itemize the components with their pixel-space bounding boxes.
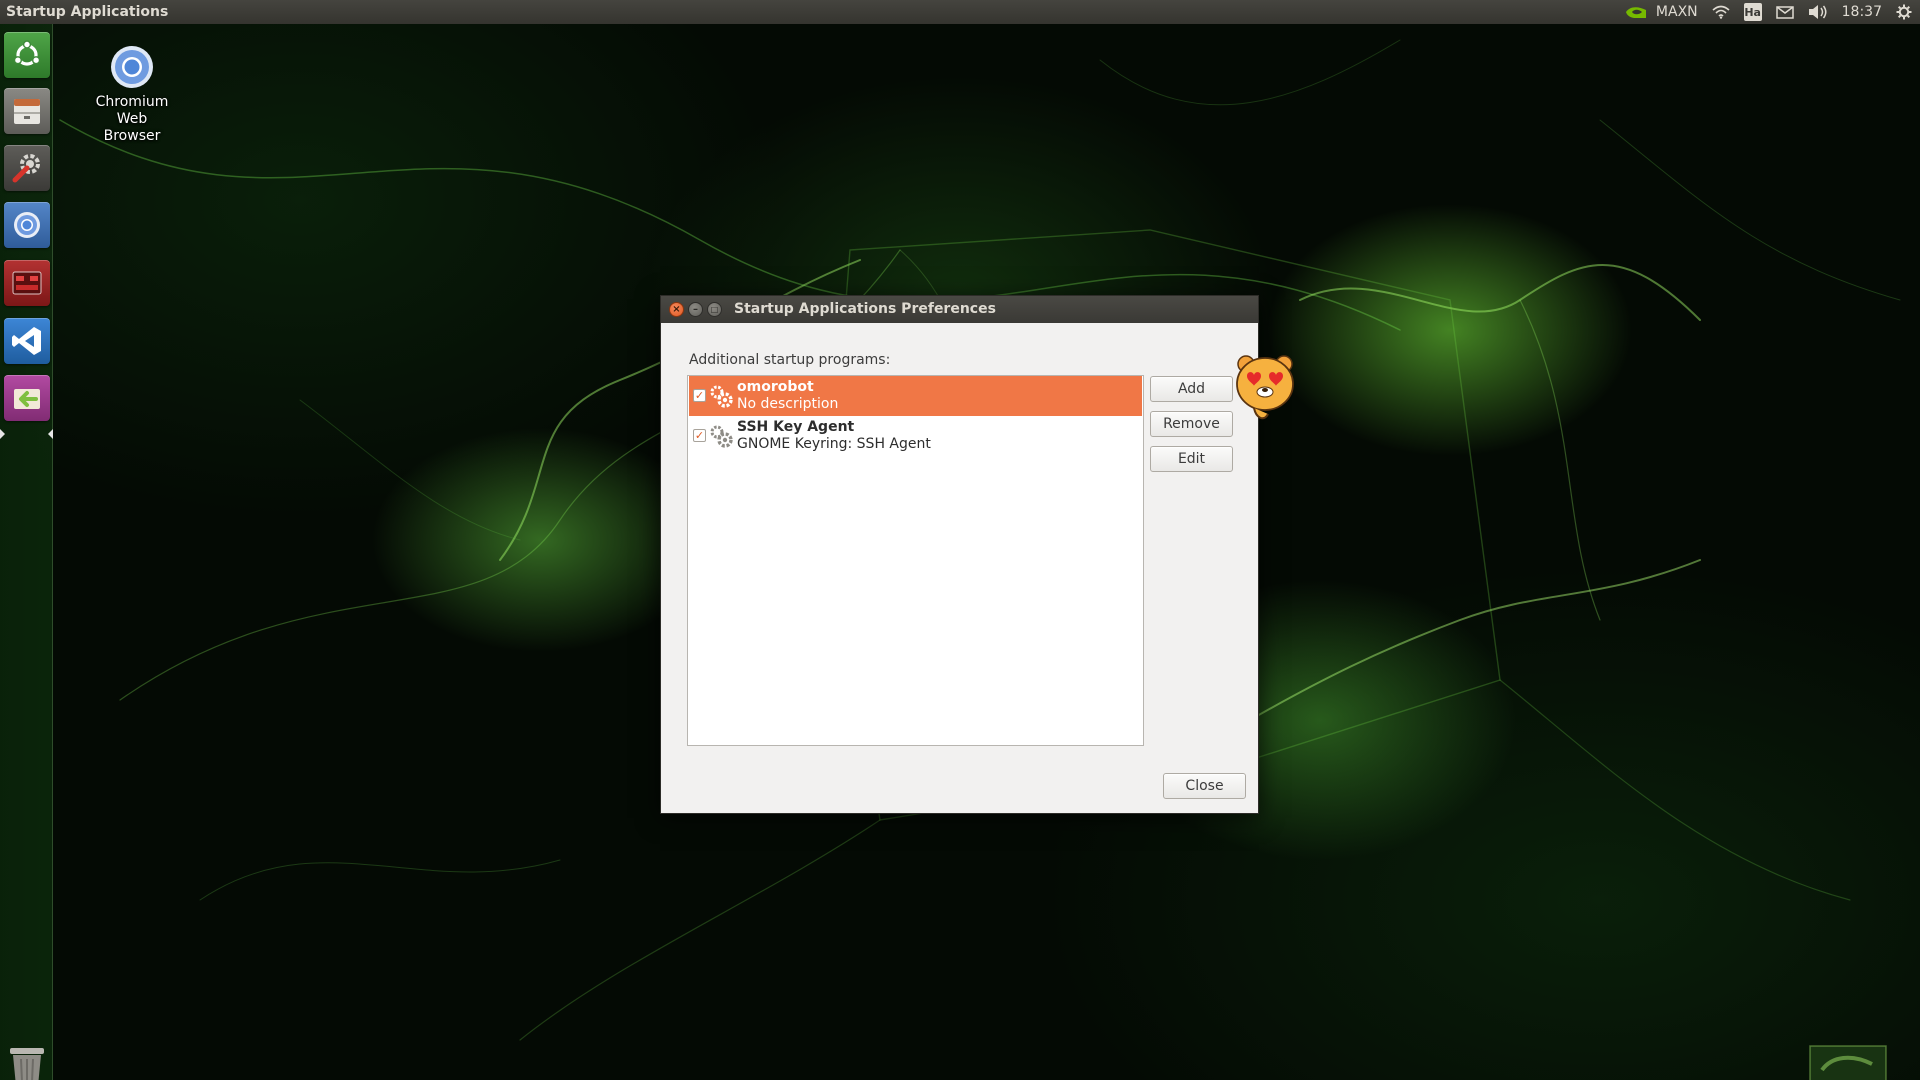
top-panel: Startup Applications MAXN Ha 18:37 [0,0,1920,24]
window-maximize-button[interactable]: □ [707,302,722,317]
program-name: SSH Key Agent [737,419,855,435]
launcher-settings-button[interactable] [4,145,50,191]
nvidia-corner-logo-icon [1809,1045,1887,1080]
keyboard-indicator[interactable]: Ha [1743,0,1762,24]
checkmark-icon: ✓ [694,389,705,402]
wrench-gear-icon [12,154,40,183]
launcher-trash-button[interactable] [4,1042,50,1080]
maximize-icon: □ [710,304,719,314]
active-window-title: Startup Applications [6,4,169,20]
power-mode-label: MAXN [1655,4,1698,20]
program-row-omorobot[interactable]: ✓ omorobot No description [689,376,1142,416]
red-terminal-icon [12,271,42,295]
add-button[interactable]: Add [1150,376,1233,402]
close-button[interactable]: Close [1163,773,1246,799]
launcher-focus-indicator [0,429,5,439]
desktop-chromium-label: Chromium Web Browser [95,94,169,144]
program-enabled-checkbox[interactable]: ✓ [693,389,706,402]
keyboard-layout-badge: Ha [1743,3,1762,21]
file-cabinet-icon [14,99,40,124]
dialog-titlebar[interactable]: × – □ Startup Applications Preferences [661,296,1258,323]
sound-indicator[interactable] [1808,0,1828,24]
launcher-running-indicator [48,429,53,439]
program-enabled-checkbox[interactable]: ✓ [693,429,706,442]
program-row-ssh-key-agent[interactable]: ✓ SSH Key Agent GNOME Keyring: SSH Agent [689,416,1142,456]
clock[interactable]: 18:37 [1842,0,1882,24]
program-name: omorobot [737,379,814,395]
volume-icon [1808,5,1827,19]
nvidia-power-mode[interactable]: MAXN [1624,0,1698,24]
startup-program-list[interactable]: ✓ omorobot No description ✓ SSH Key Agen… [687,375,1144,746]
window-close-button[interactable]: × [669,302,684,317]
launcher-dash-button[interactable] [4,32,50,78]
dialog-title: Startup Applications Preferences [734,301,996,317]
gears-icon [710,385,733,408]
close-icon: × [672,303,681,315]
ubuntu-logo-icon [13,40,41,66]
startup-preferences-dialog: × – □ Startup Applications Preferences A… [660,295,1259,814]
trash-icon [10,1048,44,1080]
chromium-icon [111,46,153,88]
chromium-icon [14,212,40,238]
system-tray: MAXN Ha 18:37 [1624,0,1920,24]
remove-button[interactable]: Remove [1150,411,1233,437]
startup-programs-label: Additional startup programs: [689,352,891,368]
gears-icon [710,425,733,448]
edit-button[interactable]: Edit [1150,446,1233,472]
program-description: GNOME Keyring: SSH Agent [737,436,931,452]
wifi-icon [1712,5,1730,19]
minimize-icon: – [693,303,698,315]
launcher-files-button[interactable] [4,88,50,134]
launcher-chromium-button[interactable] [4,202,50,248]
vscode-icon [12,327,41,355]
checkmark-icon: ✓ [694,429,705,442]
launcher-startup-applications-button[interactable] [4,375,50,421]
launcher-terminal-app-button[interactable] [4,260,50,306]
program-description: No description [737,396,839,412]
session-menu[interactable] [1896,0,1912,24]
messaging-indicator[interactable] [1775,0,1794,24]
launcher-vscode-button[interactable] [4,318,50,364]
startup-arrow-icon [14,389,40,409]
wifi-indicator[interactable] [1712,0,1730,24]
gear-icon [1896,4,1912,20]
nvidia-logo-icon [1625,7,1646,18]
desktop-chromium-shortcut[interactable]: Chromium Web Browser [88,44,176,145]
mail-icon [1775,5,1794,19]
window-minimize-button[interactable]: – [688,302,703,317]
launcher [0,24,53,1080]
bear-sticker-icon [1236,355,1294,420]
